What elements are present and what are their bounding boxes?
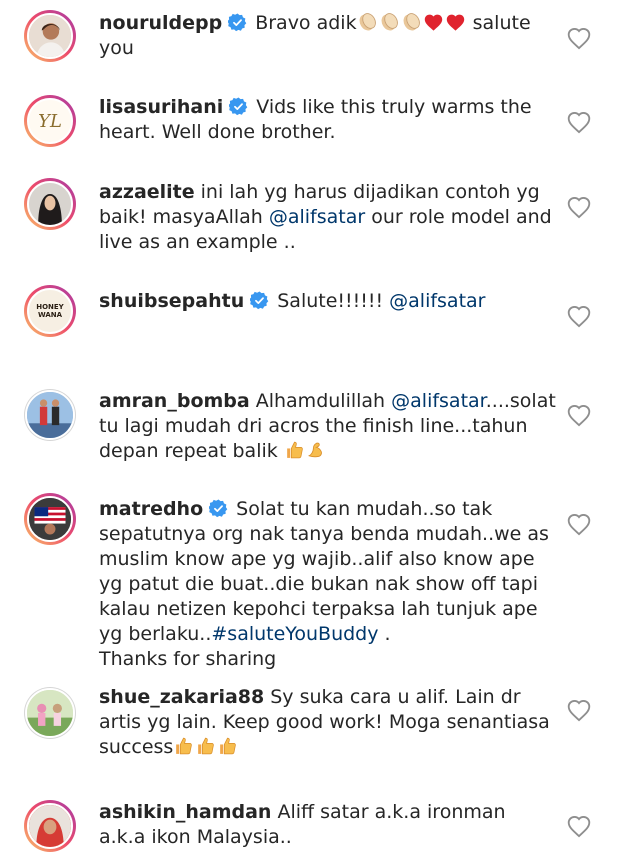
thumbs-up-icon	[284, 439, 305, 460]
comment-body: matredho Solat tu kan mudah..so tak sepat…	[99, 497, 557, 672]
portrait-flag-icon	[27, 496, 73, 542]
like-heart-icon[interactable]	[566, 698, 592, 722]
comment-body: lisasurihani Vids like this truly warms t…	[99, 95, 557, 145]
avatar[interactable]	[24, 687, 76, 739]
username[interactable]: lisasurihani	[99, 96, 223, 118]
comment-text: Alhamdulillah	[255, 390, 392, 412]
portrait-runners-icon	[25, 390, 75, 440]
portrait-woman-icon	[27, 803, 73, 849]
mention-link[interactable]: @alifsatar	[269, 206, 365, 228]
like-heart-icon[interactable]	[566, 26, 592, 50]
red-heart-icon	[423, 12, 444, 32]
comment-text: Salute!!!!!!	[277, 290, 390, 312]
avatar[interactable]: HONEY WANA	[24, 285, 76, 337]
comment-body: amran_bomba Alhamdulillah @alifsatar....s…	[99, 389, 557, 464]
comment-body: ashikin_hamdan Aliff satar a.k.a ironman …	[99, 800, 557, 850]
verified-badge-icon	[250, 291, 269, 310]
username[interactable]: nouruldepp	[99, 12, 222, 34]
comment-body: shue_zakaria88 Sy suka cara u alif. Lain …	[99, 685, 557, 760]
flexed-biceps-icon	[306, 439, 327, 460]
username[interactable]: azzaelite	[99, 181, 195, 203]
red-heart-icon	[445, 12, 466, 32]
avatar[interactable]	[24, 800, 76, 852]
emoji-group	[357, 12, 467, 34]
comment-text-line: Thanks for sharing	[99, 648, 277, 670]
like-heart-icon[interactable]	[566, 403, 592, 427]
comment-text-end: .	[378, 623, 391, 645]
portrait-woman-icon	[27, 13, 73, 59]
thumbs-up-icon	[217, 735, 238, 756]
avatar[interactable]	[24, 493, 76, 545]
username[interactable]: shue_zakaria88	[99, 686, 264, 708]
comment-body: nouruldepp Bravo adik salute you	[99, 11, 557, 61]
portrait-family-icon	[25, 688, 75, 738]
username[interactable]: matredho	[99, 498, 203, 520]
avatar-logo-text: HONEY WANA	[36, 303, 64, 319]
hashtag-link[interactable]: #saluteYouBuddy	[211, 623, 378, 645]
comment-text: Bravo adik	[255, 12, 357, 34]
verified-badge-icon	[228, 13, 247, 32]
username[interactable]: ashikin_hamdan	[99, 801, 271, 823]
mention-link[interactable]: @alifsatar	[391, 390, 486, 412]
thumbs-up-icon	[195, 735, 216, 756]
comment-body: shuibsepahtu Salute!!!!!! @alifsatar	[99, 289, 557, 314]
avatar[interactable]: YL	[24, 95, 76, 147]
portrait-hijab-icon	[27, 181, 73, 227]
comment-body: azzaelite ini lah yg harus dijadikan cont…	[99, 180, 557, 255]
like-heart-icon[interactable]	[566, 304, 592, 328]
like-heart-icon[interactable]	[566, 195, 592, 219]
like-heart-icon[interactable]	[566, 814, 592, 838]
verified-badge-icon	[209, 499, 228, 518]
username[interactable]: amran_bomba	[99, 390, 250, 412]
avatar[interactable]	[24, 178, 76, 230]
avatar-monogram: YL	[38, 110, 62, 132]
verified-badge-icon	[229, 97, 248, 116]
like-heart-icon[interactable]	[566, 110, 592, 134]
avatar[interactable]	[24, 10, 76, 62]
honey-logo-icon: HONEY WANA	[27, 288, 73, 334]
monogram-logo-icon: YL	[27, 98, 73, 144]
username[interactable]: shuibsepahtu	[99, 290, 244, 312]
clapping-hands-icon	[379, 11, 400, 32]
clapping-hands-icon	[401, 11, 422, 32]
like-heart-icon[interactable]	[566, 512, 592, 536]
clapping-hands-icon	[357, 11, 378, 32]
mention-link[interactable]: @alifsatar	[389, 290, 485, 312]
avatar[interactable]	[24, 389, 76, 441]
thumbs-up-icon	[173, 735, 194, 756]
